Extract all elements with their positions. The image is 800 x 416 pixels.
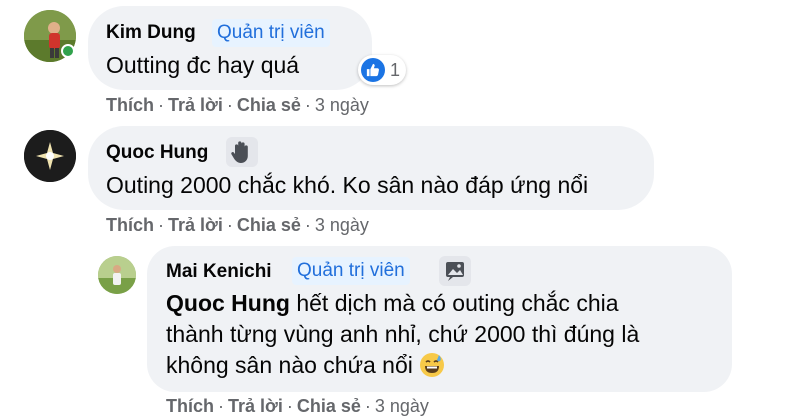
- separator-dot: ·: [364, 396, 371, 416]
- separator-dot: ·: [226, 95, 233, 115]
- like-button[interactable]: Thích: [166, 396, 214, 416]
- separator-dot: ·: [158, 215, 164, 235]
- comment-actions: Thích · Trả lời · Chia sẻ · 3 ngày: [106, 95, 369, 116]
- reply-text: Quoc Hung hết dịch mà có outing chắc chi…: [166, 288, 726, 381]
- comment-author[interactable]: Quoc Hung: [106, 142, 208, 164]
- like-button[interactable]: Thích: [106, 215, 154, 235]
- admin-badge: Quản trị viên: [292, 257, 410, 285]
- share-button[interactable]: Chia sẻ: [237, 215, 301, 235]
- admin-badge: Quản trị viên: [212, 19, 330, 47]
- comment-text: Outting đc hay quá: [106, 52, 300, 78]
- mention-link[interactable]: Quoc Hung: [166, 290, 290, 316]
- avatar[interactable]: [24, 130, 76, 182]
- comment-text: Outing 2000 chắc khó. Ko sân nào đáp ứng…: [106, 172, 589, 198]
- waving-hand-icon: [231, 141, 248, 163]
- like-button[interactable]: Thích: [106, 95, 154, 115]
- separator-dot: ·: [158, 95, 164, 115]
- reply-button[interactable]: Trả lời: [228, 396, 283, 416]
- reaction-summary[interactable]: 1: [358, 55, 407, 85]
- reply-author[interactable]: Mai Kenichi: [166, 261, 272, 283]
- comment-author[interactable]: Kim Dung: [106, 22, 196, 44]
- star-logo-icon: [24, 130, 76, 182]
- reply-text-line-2: thành từng vùng anh nhỉ, chứ 2000 thì đú…: [166, 321, 640, 347]
- reply-text-line-3: không sân nào chứa nổi: [166, 350, 726, 381]
- grinning-sweat-emoji-icon: [420, 353, 445, 377]
- share-button[interactable]: Chia sẻ: [237, 95, 301, 115]
- separator-dot: ·: [226, 215, 233, 235]
- timestamp[interactable]: 3 ngày: [375, 396, 429, 416]
- reply-mai-kenichi: Mai Kenichi Quản trị viên Quoc Hung hết …: [0, 240, 800, 416]
- timestamp[interactable]: 3 ngày: [315, 215, 369, 235]
- separator-dot: ·: [304, 95, 311, 115]
- avatar[interactable]: [98, 256, 136, 294]
- online-status-dot: [61, 44, 75, 58]
- separator-dot: ·: [286, 396, 293, 416]
- top-fan-badge: [226, 137, 258, 167]
- timestamp[interactable]: 3 ngày: [315, 95, 369, 115]
- comment-kim-dung: Kim Dung Quản trị viên Outting đc hay qu…: [0, 0, 800, 120]
- comment-quoc-hung: Quoc Hung Outing 2000 chắc khó. Ko sân n…: [0, 120, 800, 240]
- comment-actions: Thích · Trả lời · Chia sẻ · 3 ngày: [106, 215, 369, 236]
- golfer-photo-icon: [98, 256, 136, 294]
- reply-button[interactable]: Trả lời: [168, 215, 223, 235]
- photo-bubble-icon: [446, 262, 464, 281]
- like-reaction-icon: [361, 58, 385, 82]
- content-badge: [439, 256, 471, 286]
- reaction-count: 1: [390, 59, 401, 80]
- separator-dot: ·: [218, 396, 224, 416]
- separator-dot: ·: [304, 215, 311, 235]
- reply-text-line-1: Quoc Hung hết dịch mà có outing chắc chi…: [166, 290, 619, 316]
- reply-actions: Thích · Trả lời · Chia sẻ · 3 ngày: [166, 396, 429, 416]
- share-button[interactable]: Chia sẻ: [297, 396, 361, 416]
- reply-button[interactable]: Trả lời: [168, 95, 223, 115]
